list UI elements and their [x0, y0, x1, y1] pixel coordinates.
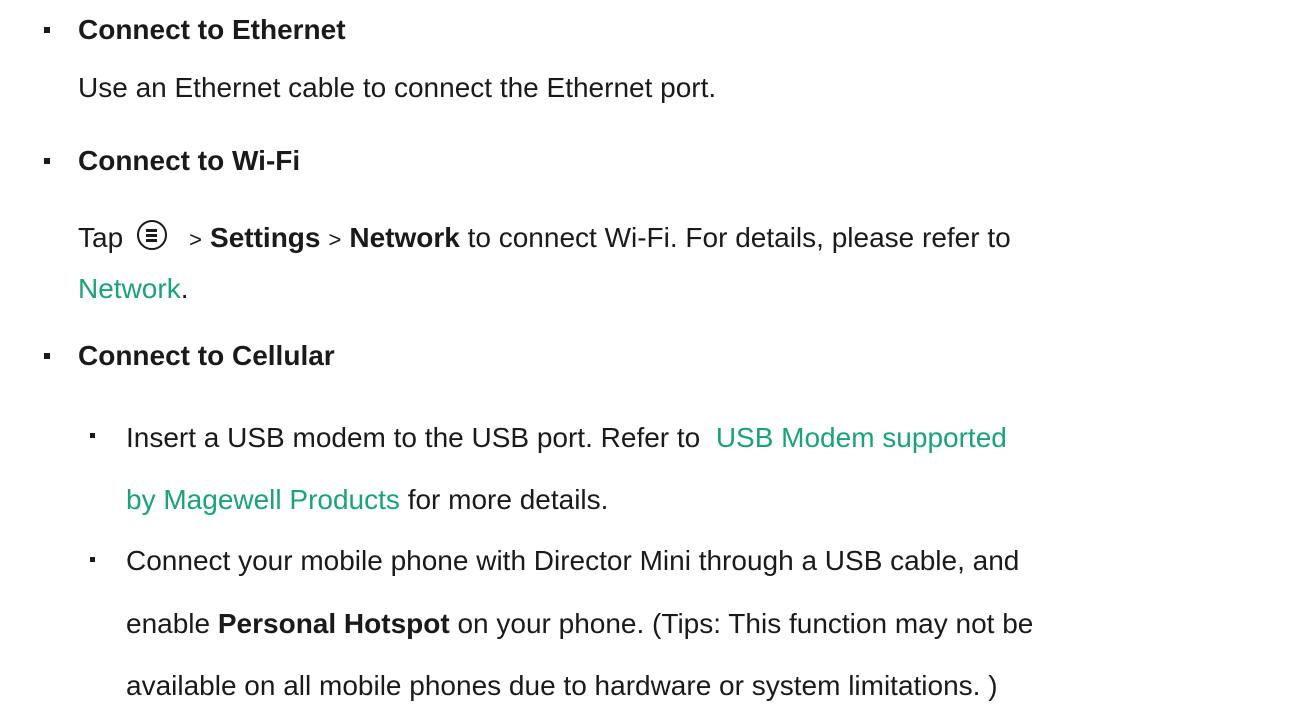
usb-modem-link[interactable]: USB Modem supported	[716, 422, 1007, 453]
ethernet-description: Use an Ethernet cable to connect the Eth…	[78, 72, 717, 103]
settings-label: Settings	[210, 222, 321, 253]
bullet-ethernet	[44, 27, 50, 33]
heading-connect-ethernet: Connect to Ethernet	[78, 14, 346, 45]
separator: >	[328, 227, 342, 252]
document-page: Connect to Ethernet Use an Ethernet cabl…	[0, 0, 1303, 728]
mobile-phone-line2-suffix: on your phone. (Tips: This function may …	[457, 608, 1034, 639]
wifi-instruction-line2: Network.	[78, 271, 188, 307]
bullet-wifi	[44, 158, 50, 164]
personal-hotspot-label: Personal Hotspot	[217, 608, 450, 639]
heading-connect-wifi: Connect to Wi-Fi	[78, 145, 301, 176]
mobile-phone-line3: available on all mobile phones due to ha…	[126, 670, 998, 701]
bullet-cellular	[44, 353, 50, 359]
usb-modem-text: Insert a USB modem to the USB port. Refe…	[126, 422, 701, 453]
period: .	[180, 273, 189, 304]
sub-bullet-mobile-phone	[90, 557, 95, 562]
sub-bullet-usb-modem	[90, 433, 95, 438]
usb-modem-link-continued[interactable]: by Magewell Products	[126, 484, 400, 515]
usb-modem-suffix: for more details.	[407, 484, 609, 515]
separator: >	[189, 227, 203, 252]
wifi-instruction-suffix: to connect Wi-Fi. For details, please re…	[467, 222, 1011, 253]
heading-connect-cellular: Connect to Cellular	[78, 340, 335, 371]
wifi-instruction: Tap > Settings > Network to connect Wi-Fi. F…	[78, 220, 1011, 258]
enable-text: enable	[126, 608, 211, 639]
network-label: Network	[349, 222, 460, 253]
usb-modem-line1: Insert a USB modem to the USB port. Refe…	[126, 420, 1007, 456]
mobile-phone-line1: Connect your mobile phone with Director …	[126, 545, 1020, 576]
usb-modem-line2: by Magewell Products for more details.	[126, 482, 608, 518]
menu-icon	[137, 220, 168, 250]
network-link[interactable]: Network	[78, 273, 181, 304]
tap-text: Tap	[78, 222, 124, 253]
mobile-phone-line2: enable Personal Hotspot on your phone. (…	[126, 606, 1033, 642]
